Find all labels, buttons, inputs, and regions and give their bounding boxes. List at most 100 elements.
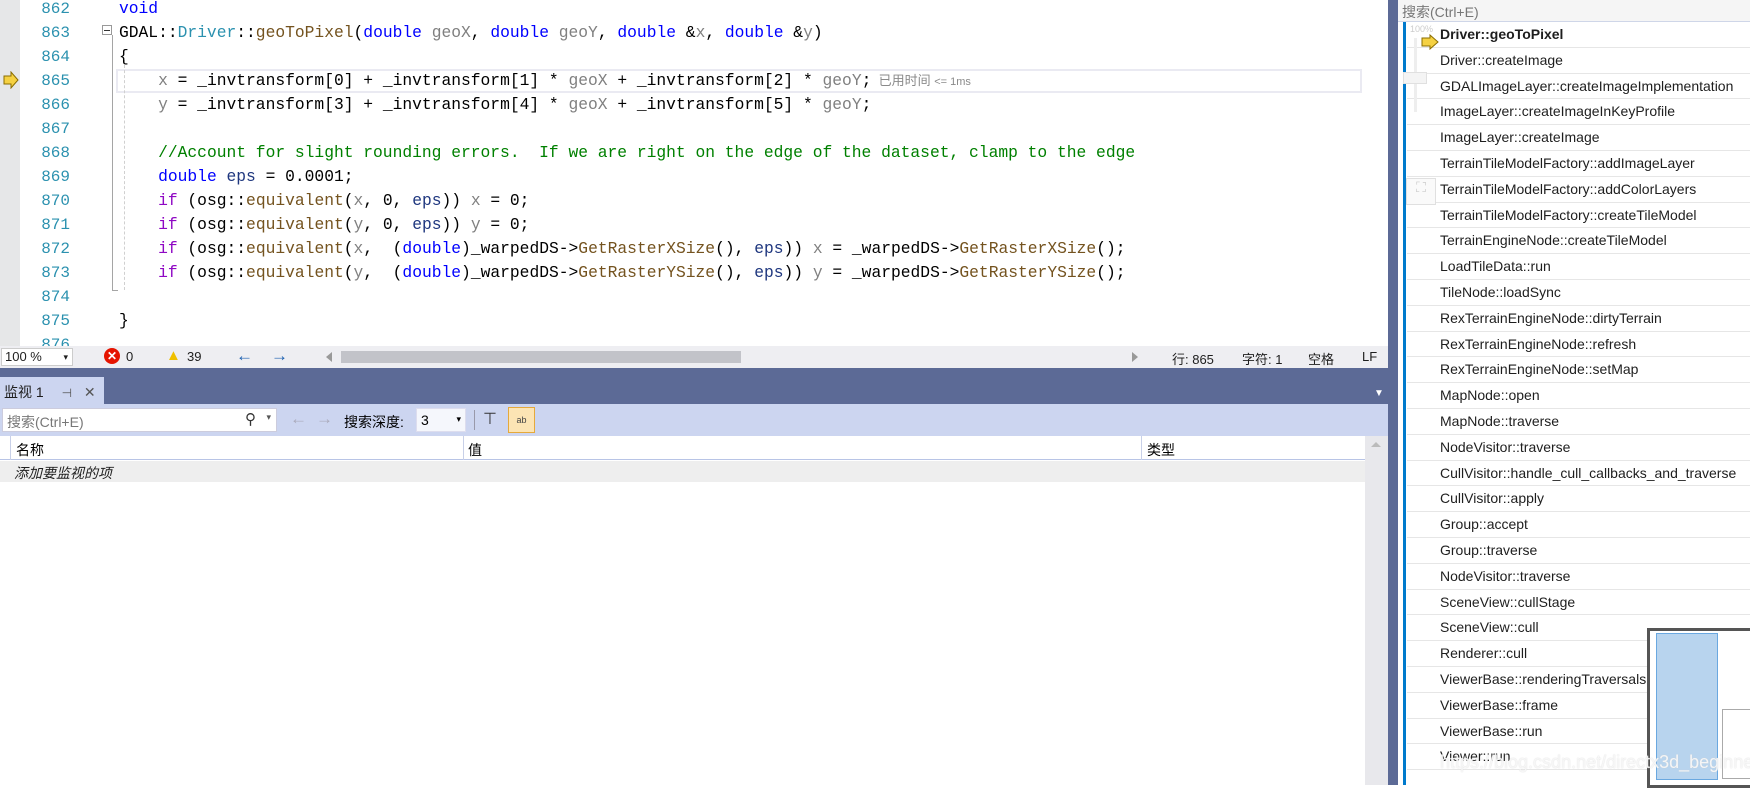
chevron-down-icon[interactable]: ▾ — [266, 412, 271, 423]
scroll-right-icon[interactable] — [1132, 352, 1138, 362]
horizontal-scroll-thumb[interactable] — [341, 351, 741, 363]
panel-splitter[interactable] — [1388, 0, 1398, 785]
code-token: if — [158, 263, 178, 282]
navigate-back-icon[interactable]: ← — [236, 346, 253, 366]
call-stack-frame[interactable]: CullVisitor::handle_cull_callbacks_and_t… — [1407, 461, 1750, 487]
call-stack-frame[interactable]: TerrainEngineNode::createTileModel — [1407, 228, 1750, 255]
code-token: + _invtransform[2] * — [607, 71, 823, 90]
call-stack-frame[interactable]: TerrainTileModelFactory::addImageLayer — [1407, 151, 1750, 177]
watch-vertical-scrollbar[interactable] — [1365, 436, 1388, 785]
code-line[interactable]: if (osg::equivalent(y, (double)_warpedDS… — [119, 261, 1125, 285]
code-line[interactable]: x = _invtransform[0] + _invtransform[1] … — [119, 69, 971, 93]
tab-watch-1[interactable]: 监视 1 ⊣ ✕ — [0, 377, 104, 404]
code-line[interactable]: //Account for slight rounding errors. If… — [119, 141, 1135, 165]
call-stack-frame[interactable]: ImageLayer::createImage — [1407, 125, 1750, 151]
search-back-icon[interactable]: ← — [290, 409, 307, 429]
error-icon[interactable]: ✕ — [104, 348, 120, 364]
code-token: & — [783, 23, 804, 42]
call-stack-frame[interactable]: RexTerrainEngineNode::refresh — [1407, 332, 1750, 358]
line-number: 867 — [41, 120, 70, 138]
code-token: GetRasterYSize — [959, 263, 1097, 282]
watch-grid-header: 名称 值 类型 — [0, 436, 1365, 460]
code-line[interactable]: y = _invtransform[3] + _invtransform[4] … — [119, 93, 871, 117]
watermark: https://blog.csdn.net/directx3d_beginner — [1440, 752, 1750, 772]
call-stack-frame[interactable]: TerrainTileModelFactory::createTileModel — [1407, 203, 1750, 229]
close-icon[interactable]: ✕ — [84, 384, 96, 400]
code-token: eps — [754, 263, 784, 282]
call-stack-frame[interactable]: NodeVisitor::traverse — [1407, 435, 1750, 461]
code-token: if — [158, 215, 178, 234]
code-line[interactable]: } — [119, 309, 129, 333]
whitespace-indicator[interactable]: 空格 — [1308, 349, 1334, 368]
show-raw-values-icon[interactable]: ab — [508, 407, 535, 433]
column-type[interactable]: 类型 — [1147, 440, 1175, 460]
char-indicator[interactable]: 字符: 1 — [1242, 349, 1282, 368]
code-line[interactable]: double eps = 0.0001; — [119, 165, 353, 189]
call-stack-frame[interactable]: Group::accept — [1407, 512, 1750, 538]
call-stack-frame[interactable]: TileNode::loadSync — [1407, 280, 1750, 306]
call-stack-frame[interactable]: ImageLayer::createImageInKeyProfile — [1407, 99, 1750, 126]
scroll-left-icon[interactable] — [326, 352, 332, 362]
search-depth-dropdown[interactable]: 3 ▾ — [416, 408, 466, 432]
code-line[interactable]: if (osg::equivalent(y, 0, eps)) y = 0; — [119, 213, 529, 237]
fit-view-icon[interactable]: ⛶ — [1406, 178, 1436, 205]
error-count[interactable]: 0 — [126, 349, 133, 364]
call-stack-frame[interactable]: RexTerrainEngineNode::setMap — [1407, 357, 1750, 384]
call-stack-frame[interactable]: CullVisitor::apply — [1407, 486, 1750, 513]
line-indicator[interactable]: 行: 865 — [1172, 349, 1214, 368]
watch-search-input[interactable]: 搜索(Ctrl+E) ⚲ ▾ — [2, 408, 277, 432]
window-menu-icon[interactable]: ▼ — [1374, 388, 1384, 399]
pin-icon[interactable]: ⊣ — [62, 386, 72, 400]
depth-value: 3 — [421, 412, 429, 428]
add-watch-item-row[interactable]: 添加要监视的项 — [0, 461, 1365, 482]
code-editor[interactable]: 862 void 863 GDAL::Driver::geoToPixel(doubl… — [0, 0, 1364, 346]
call-stack-frame[interactable]: Driver::createImage — [1407, 48, 1750, 74]
code-line[interactable]: if (osg::equivalent(x, 0, eps)) x = 0; — [119, 189, 529, 213]
line-number: 873 — [41, 264, 70, 282]
code-token: ( — [343, 263, 354, 282]
code-line[interactable]: if (osg::equivalent(x, (double)_warpedDS… — [119, 237, 1125, 261]
code-token: eps — [412, 215, 442, 234]
line-number: 875 — [41, 312, 70, 330]
code-line[interactable]: GDAL::Driver::geoToPixel(double geoX, do… — [119, 21, 823, 45]
callstack-search-input[interactable]: 搜索(Ctrl+E) — [1398, 0, 1750, 22]
call-stack-frame[interactable]: NodeVisitor::traverse — [1407, 564, 1750, 590]
code-token: ( — [343, 215, 354, 234]
code-token: x — [695, 23, 706, 42]
scroll-up-icon[interactable] — [1371, 442, 1381, 447]
code-token: eps — [754, 239, 784, 258]
filter-pin-icon[interactable]: ⊤ — [483, 409, 497, 429]
zoom-slider-thumb[interactable] — [1403, 72, 1427, 84]
call-stack-frame[interactable]: RexTerrainEngineNode::dirtyTerrain — [1407, 306, 1750, 332]
search-forward-icon[interactable]: → — [316, 409, 333, 429]
outline-guide-end — [112, 290, 118, 291]
breakpoint-gutter[interactable] — [0, 0, 20, 346]
line-number: 870 — [41, 192, 70, 210]
call-stack-frame[interactable]: MapNode::traverse — [1407, 409, 1750, 435]
line-ending-indicator[interactable]: LF — [1362, 349, 1377, 364]
code-token: equivalent — [246, 263, 344, 282]
warning-count[interactable]: 39 — [187, 349, 201, 364]
perf-tip[interactable]: 已用时间 <= 1ms — [871, 73, 971, 88]
code-token: { — [119, 47, 129, 66]
code-line[interactable]: void — [119, 0, 158, 21]
call-stack-frame[interactable]: LoadTileData::run — [1407, 254, 1750, 280]
code-token: , — [597, 23, 618, 42]
column-value[interactable]: 值 — [468, 440, 482, 460]
code-token: , 0, — [363, 215, 413, 234]
call-stack-frame[interactable]: Group::traverse — [1407, 538, 1750, 564]
call-stack-frame[interactable]: TerrainTileModelFactory::addColorLayers — [1407, 177, 1750, 203]
zoom-slider-label: 100% — [1410, 24, 1434, 34]
zoom-level-dropdown[interactable]: 100 % ▾ — [1, 348, 73, 366]
call-stack-frame[interactable]: SceneView::cullStage — [1407, 590, 1750, 616]
navigate-forward-icon[interactable]: → — [271, 346, 288, 366]
call-stack-frame[interactable]: MapNode::open — [1407, 383, 1750, 409]
call-stack-frame[interactable]: Driver::geoToPixel — [1407, 22, 1750, 48]
code-line[interactable]: { — [119, 45, 129, 69]
search-icon[interactable]: ⚲ — [245, 410, 256, 428]
collapse-icon[interactable] — [102, 25, 112, 35]
call-stack-frame[interactable]: GDALImageLayer::createImageImplementatio… — [1407, 74, 1750, 100]
column-name[interactable]: 名称 — [16, 440, 44, 460]
warning-icon[interactable]: ▲ — [166, 347, 181, 364]
